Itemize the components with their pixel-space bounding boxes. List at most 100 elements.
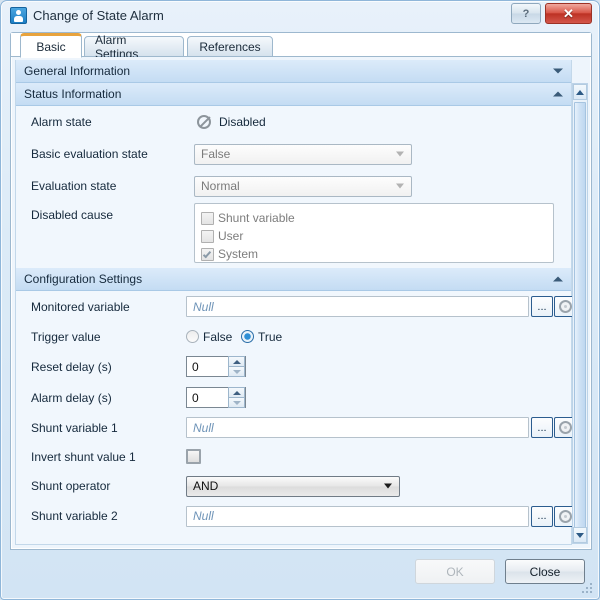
resize-grip[interactable] — [582, 583, 594, 595]
row-shunt-variable-2: Shunt variable 2 Null ... — [16, 501, 576, 531]
row-alarm-state: Alarm state Disabled — [16, 106, 571, 138]
settings-content: General Information Status Information A… — [15, 60, 576, 545]
shunt-variable-2-input[interactable]: Null — [186, 505, 529, 527]
scroll-up-button[interactable] — [573, 84, 587, 100]
gear-icon — [558, 421, 572, 434]
scrollbar-thumb[interactable] — [574, 102, 586, 538]
label-shunt-operator: Shunt operator — [31, 479, 111, 493]
evaluation-state-dropdown[interactable]: Normal — [194, 175, 412, 197]
list-item[interactable]: Shunt variable — [201, 209, 547, 227]
radio-trigger-true-label: True — [258, 329, 283, 344]
close-button[interactable]: Close — [505, 559, 585, 584]
chevron-down-icon — [384, 483, 392, 489]
alarm-app-icon — [10, 7, 27, 24]
basic-evaluation-state-value: False — [201, 147, 231, 161]
tab-basic[interactable]: Basic — [20, 33, 82, 58]
label-reset-delay: Reset delay (s) — [31, 359, 112, 374]
label-monitored-variable: Monitored variable — [31, 299, 130, 314]
scroll-down-button[interactable] — [573, 527, 587, 543]
close-icon: ✕ — [563, 5, 574, 21]
monitored-variable-placeholder: Null — [193, 299, 214, 314]
radio-trigger-true[interactable]: True — [241, 330, 282, 344]
section-title-configuration-settings: Configuration Settings — [24, 272, 143, 286]
row-trigger-value: Trigger value False True — [16, 322, 571, 351]
label-shunt-variable-2: Shunt variable 2 — [31, 509, 118, 523]
chevron-up-icon — [553, 276, 563, 282]
checkbox-user[interactable] — [201, 229, 214, 243]
checkbox-shunt-variable[interactable] — [201, 211, 214, 225]
dialog-footer: OK Close — [1, 548, 599, 599]
shunt-variable-2-placeholder: Null — [193, 509, 214, 523]
radio-indicator — [241, 330, 254, 343]
window-title: Change of State Alarm — [33, 8, 164, 23]
tab-basic-label: Basic — [36, 39, 66, 54]
chevron-down-icon — [396, 151, 404, 157]
value-alarm-state: Disabled — [219, 115, 266, 129]
stepper-down-icon[interactable] — [228, 366, 245, 377]
section-header-general-information[interactable]: General Information — [16, 60, 571, 83]
list-item-label: System — [218, 247, 259, 261]
vertical-scrollbar[interactable] — [572, 83, 588, 544]
section-header-configuration-settings[interactable]: Configuration Settings — [16, 268, 571, 291]
tab-references[interactable]: References — [187, 36, 273, 57]
dialog-client-area: Basic Alarm Settings References General … — [10, 32, 592, 550]
section-title-general-information: General Information — [24, 64, 131, 78]
title-bar[interactable]: Change of State Alarm ? ✕ — [1, 1, 599, 31]
alarm-delay-value: 0 — [192, 390, 199, 405]
radio-trigger-false-label: False — [203, 329, 233, 344]
disabled-cause-listbox[interactable]: Shunt variable User System — [194, 203, 554, 263]
list-item[interactable]: User — [201, 227, 547, 245]
label-disabled-cause: Disabled cause — [31, 208, 114, 222]
alarm-delay-stepper[interactable] — [228, 387, 245, 408]
radio-trigger-false[interactable]: False — [186, 330, 232, 344]
help-icon: ? — [522, 7, 530, 20]
label-evaluation-state: Evaluation state — [31, 179, 117, 193]
basic-evaluation-state-dropdown[interactable]: False — [194, 143, 412, 165]
reset-delay-stepper[interactable] — [228, 356, 245, 377]
tab-references-label: References — [199, 39, 261, 54]
settings-scroll-pane: General Information Status Information A… — [12, 57, 590, 548]
row-basic-evaluation-state: Basic evaluation state False — [16, 138, 571, 170]
ellipsis-icon: ... — [537, 510, 547, 522]
monitored-variable-input[interactable]: Null — [186, 296, 529, 317]
row-invert-shunt-value-1: Invert shunt value 1 — [16, 442, 571, 471]
ellipsis-icon: ... — [537, 421, 547, 434]
section-title-status-information: Status Information — [24, 87, 122, 101]
stepper-up-icon[interactable] — [228, 356, 245, 366]
row-evaluation-state: Evaluation state Normal — [16, 170, 571, 202]
shunt-variable-2-browse-button[interactable]: ... — [531, 505, 553, 527]
stepper-up-icon[interactable] — [228, 387, 245, 397]
shunt-operator-dropdown[interactable]: AND — [186, 475, 400, 497]
close-window-button[interactable]: ✕ — [545, 3, 592, 24]
tab-alarm-settings[interactable]: Alarm Settings — [84, 33, 184, 61]
ok-button-label: OK — [446, 564, 464, 579]
radio-indicator — [186, 330, 199, 343]
gear-icon — [558, 509, 572, 523]
shunt-operator-value: AND — [193, 479, 219, 493]
label-alarm-delay: Alarm delay (s) — [31, 390, 112, 405]
shunt-variable-1-placeholder: Null — [193, 420, 214, 435]
ok-button[interactable]: OK — [415, 559, 495, 584]
shunt-variable-1-input[interactable]: Null — [186, 417, 529, 438]
dialog-window: Change of State Alarm ? ✕ Basic Alarm Se… — [0, 0, 600, 600]
checkbox-invert-shunt-value-1[interactable] — [186, 449, 201, 464]
row-shunt-operator: Shunt operator AND — [16, 471, 571, 501]
prohibited-icon — [197, 115, 211, 129]
gear-icon — [558, 300, 572, 313]
shunt-variable-1-browse-button[interactable]: ... — [531, 417, 553, 438]
label-invert-shunt-value-1: Invert shunt value 1 — [31, 449, 136, 464]
list-item[interactable]: System — [201, 245, 547, 263]
help-button[interactable]: ? — [511, 3, 541, 24]
list-item-label: User — [218, 229, 244, 243]
row-reset-delay: Reset delay (s) 0 — [16, 351, 571, 382]
section-header-status-information[interactable]: Status Information — [16, 83, 571, 106]
row-alarm-delay: Alarm delay (s) 0 — [16, 382, 571, 413]
chevron-down-icon — [553, 68, 563, 74]
row-monitored-variable: Monitored variable Null ... — [16, 291, 576, 322]
evaluation-state-value: Normal — [201, 179, 240, 193]
status-information-body: Alarm state Disabled Basic evaluation st… — [16, 106, 571, 268]
stepper-down-icon[interactable] — [228, 397, 245, 408]
monitored-variable-browse-button[interactable]: ... — [531, 296, 553, 317]
checkbox-system[interactable] — [201, 247, 214, 261]
reset-delay-value: 0 — [192, 359, 199, 374]
